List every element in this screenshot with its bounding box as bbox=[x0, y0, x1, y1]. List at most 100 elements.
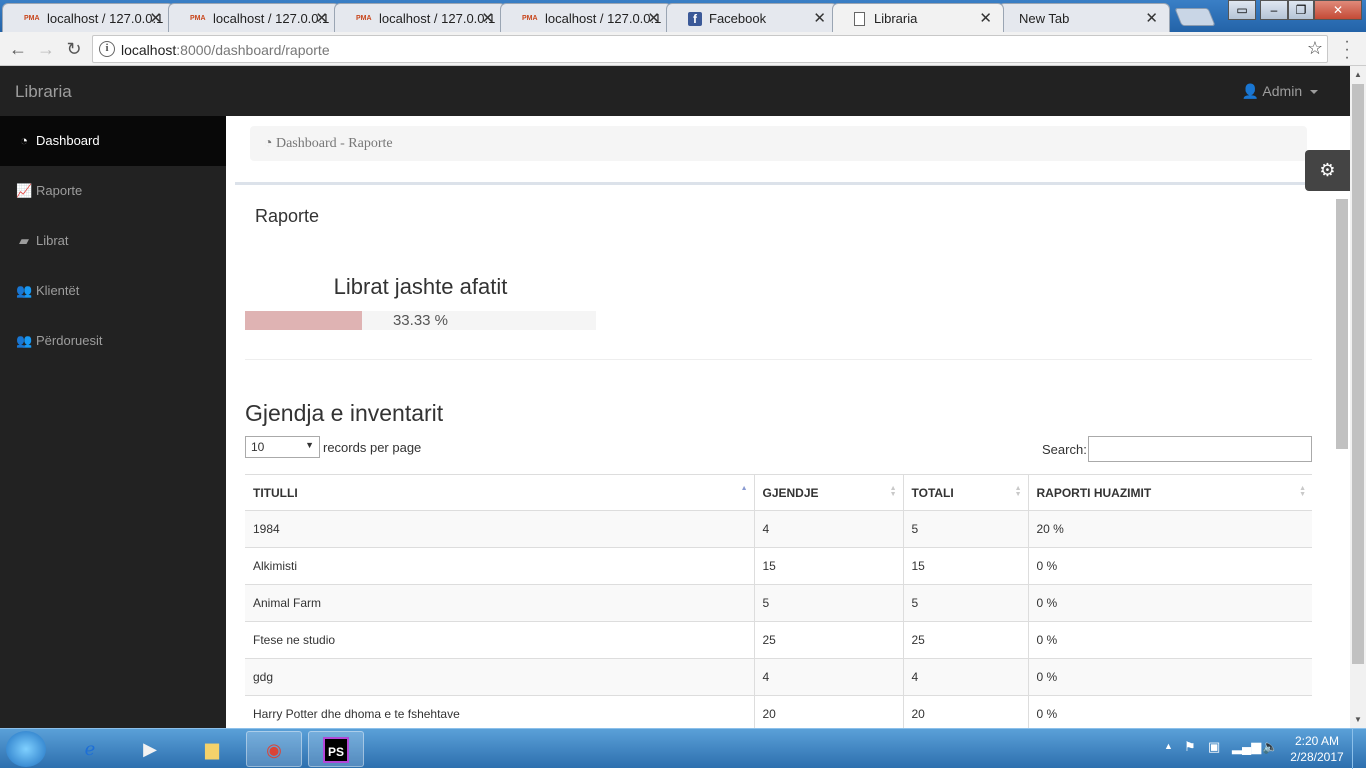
sidebar-item-perdoruesit[interactable]: 👥 Përdoruesit bbox=[0, 316, 226, 366]
user-profile-icon[interactable]: ▭ bbox=[1228, 0, 1256, 20]
close-tab-icon[interactable]: ✕ bbox=[979, 9, 992, 27]
column-header-totali[interactable]: TOTALI ▲ ▼ bbox=[902, 474, 1028, 511]
sidebar-item-label: Klientët bbox=[36, 283, 80, 298]
browser-tab[interactable]: PMA localhost / 127.0.0.1 ✕ bbox=[2, 3, 174, 32]
tab-title: localhost / 127.0.0.1 bbox=[213, 11, 330, 26]
book-icon: ▰ bbox=[19, 233, 29, 248]
page-title: Raporte bbox=[255, 206, 320, 226]
device-icon[interactable]: ▣ bbox=[1208, 739, 1220, 755]
divider bbox=[235, 182, 1322, 185]
sidebar-item-label: Dashboard bbox=[36, 133, 100, 148]
search-input[interactable] bbox=[1088, 436, 1312, 462]
back-icon[interactable]: ← bbox=[6, 37, 30, 61]
browser-tab[interactable]: PMA localhost / 127.0.0.1 ✕ bbox=[168, 3, 340, 32]
action-center-flag-icon[interactable]: ⚑ bbox=[1184, 739, 1196, 755]
gear-icon[interactable]: ⚙ bbox=[1305, 150, 1350, 191]
browser-tab-active[interactable]: Libraria ✕ bbox=[832, 3, 1004, 32]
cell-loan-ratio: 0 % bbox=[1027, 658, 1312, 696]
cell-total: 25 bbox=[902, 621, 1028, 659]
forward-icon[interactable]: → bbox=[34, 37, 58, 61]
phpmyadmin-icon: PMA bbox=[190, 15, 206, 22]
user-label: Admin bbox=[1262, 83, 1303, 99]
info-icon[interactable]: i bbox=[99, 41, 115, 57]
reload-icon[interactable]: ↻ bbox=[62, 37, 86, 61]
scroll-up-icon[interactable]: ▲ bbox=[1354, 70, 1362, 79]
table-row: Ftese ne studio 25 25 0 % bbox=[245, 621, 1312, 659]
close-tab-icon[interactable]: ✕ bbox=[647, 9, 660, 27]
sidebar-item-raporte[interactable]: 📈 Raporte bbox=[0, 166, 226, 216]
bookmark-star-icon[interactable]: ☆ bbox=[1307, 38, 1323, 59]
phpmyadmin-icon: PMA bbox=[24, 15, 40, 22]
taskbar-clock[interactable]: 2:20 AM 2/28/2017 bbox=[1288, 733, 1346, 765]
cell-loan-ratio: 0 % bbox=[1027, 584, 1312, 622]
table-row: Animal Farm 5 5 0 % bbox=[245, 584, 1312, 622]
windows-start-icon[interactable] bbox=[6, 731, 46, 767]
browser-scrollbar-thumb[interactable] bbox=[1352, 84, 1364, 664]
browser-menu-icon[interactable]: · · · bbox=[1342, 34, 1352, 66]
brand-logo[interactable]: Libraria bbox=[15, 82, 72, 102]
column-header-raporti-huazimit[interactable]: RAPORTI HUAZIMIT ▲ ▼ bbox=[1027, 474, 1312, 511]
tab-title: localhost / 127.0.0.1 bbox=[379, 11, 496, 26]
breadcrumb-text: Dashboard - Raporte bbox=[275, 136, 393, 151]
users-icon: 👥 bbox=[16, 333, 33, 348]
page-viewport: Libraria 👤 Admin ◔ Dashboard 📈 Raporte ▰ Li… bbox=[0, 66, 1350, 728]
close-tab-icon[interactable]: ✕ bbox=[813, 9, 826, 27]
column-header-titulli[interactable]: TITULLI ▲ bbox=[245, 474, 754, 511]
maximize-button[interactable]: ❐ bbox=[1288, 0, 1314, 20]
new-tab-button[interactable] bbox=[1174, 8, 1216, 26]
page-icon bbox=[854, 12, 865, 26]
users-icon: 👥 bbox=[16, 283, 33, 298]
inventory-table: TITULLI ▲ GJENDJE ▲ ▼ TOTALI ▲ ▼ RAPORTI HUAZ… bbox=[245, 474, 1312, 728]
browser-tab[interactable]: PMA localhost / 127.0.0.1 ✕ bbox=[500, 3, 672, 32]
show-hidden-icons-icon[interactable]: ▲ bbox=[1164, 741, 1173, 751]
chrome-icon[interactable]: ◉ bbox=[246, 731, 302, 767]
url-text[interactable]: localhost:8000/dashboard/raporte bbox=[121, 42, 330, 58]
facebook-icon: f bbox=[688, 12, 702, 26]
internet-explorer-icon[interactable]: ℯ bbox=[62, 731, 118, 767]
cell-title: Harry Potter dhe dhoma e te fshehtave bbox=[245, 695, 754, 728]
close-tab-icon[interactable]: ✕ bbox=[1145, 9, 1158, 27]
sidebar-item-librat[interactable]: ▰ Librat bbox=[0, 216, 226, 266]
browser-tab-strip: PMA localhost / 127.0.0.1 ✕ PMA localhos… bbox=[0, 0, 1366, 32]
scroll-down-icon[interactable]: ▼ bbox=[1354, 715, 1362, 724]
close-window-button[interactable]: ✕ bbox=[1314, 0, 1362, 20]
cell-title: Alkimisti bbox=[245, 547, 754, 585]
cell-title: gdg bbox=[245, 658, 754, 696]
media-player-icon[interactable]: ▶ bbox=[122, 731, 178, 767]
file-explorer-icon[interactable]: ▆ bbox=[184, 731, 240, 767]
cell-title: Animal Farm bbox=[245, 584, 754, 622]
dashboard-icon: ◔ bbox=[20, 133, 28, 148]
close-tab-icon[interactable]: ✕ bbox=[315, 9, 328, 27]
browser-tab[interactable]: f Facebook ✕ bbox=[666, 3, 838, 32]
select-arrow-icon: ▼ bbox=[305, 440, 314, 450]
column-header-gjendje[interactable]: GJENDJE ▲ ▼ bbox=[753, 474, 903, 511]
phpstorm-label: PS bbox=[323, 737, 349, 763]
records-per-page-select[interactable]: 10 ▼ bbox=[245, 436, 320, 458]
sidebar-item-label: Përdoruesit bbox=[36, 333, 103, 348]
cell-total: 5 bbox=[902, 584, 1028, 622]
page-scrollbar-thumb[interactable] bbox=[1336, 199, 1348, 449]
search-label: Search: bbox=[1042, 442, 1087, 457]
cell-total: 15 bbox=[902, 547, 1028, 585]
close-tab-icon[interactable]: ✕ bbox=[481, 9, 494, 27]
sort-asc-icon: ▲ bbox=[740, 485, 748, 492]
overdue-progress-bar: 33.33 % bbox=[245, 311, 596, 330]
cell-loan-ratio: 0 % bbox=[1027, 621, 1312, 659]
volume-icon[interactable]: 🔈 bbox=[1262, 739, 1278, 755]
sidebar-item-klientet[interactable]: 👥 Klientët bbox=[0, 266, 226, 316]
browser-tab[interactable]: New Tab ✕ bbox=[998, 3, 1170, 32]
address-bar[interactable]: i localhost:8000/dashboard/raporte ☆ bbox=[92, 35, 1328, 63]
user-dropdown[interactable]: 👤 Admin bbox=[1242, 83, 1318, 100]
top-navbar: Libraria 👤 Admin bbox=[0, 66, 1350, 116]
inventory-title: Gjendja e inventarit bbox=[245, 400, 444, 426]
phpstorm-icon[interactable]: PS bbox=[308, 731, 364, 767]
close-tab-icon[interactable]: ✕ bbox=[149, 9, 162, 27]
table-row: Alkimisti 15 15 0 % bbox=[245, 547, 1312, 585]
records-per-page-label: records per page bbox=[323, 440, 422, 455]
minimize-button[interactable]: ‒ bbox=[1260, 0, 1288, 20]
breadcrumb: ◔ Dashboard - Raporte bbox=[250, 126, 1307, 161]
sidebar-item-dashboard[interactable]: ◔ Dashboard bbox=[0, 116, 226, 166]
network-icon[interactable]: ▂▄▆ bbox=[1232, 739, 1261, 755]
show-desktop-button[interactable] bbox=[1352, 729, 1366, 769]
browser-tab[interactable]: PMA localhost / 127.0.0.1 ✕ bbox=[334, 3, 506, 32]
